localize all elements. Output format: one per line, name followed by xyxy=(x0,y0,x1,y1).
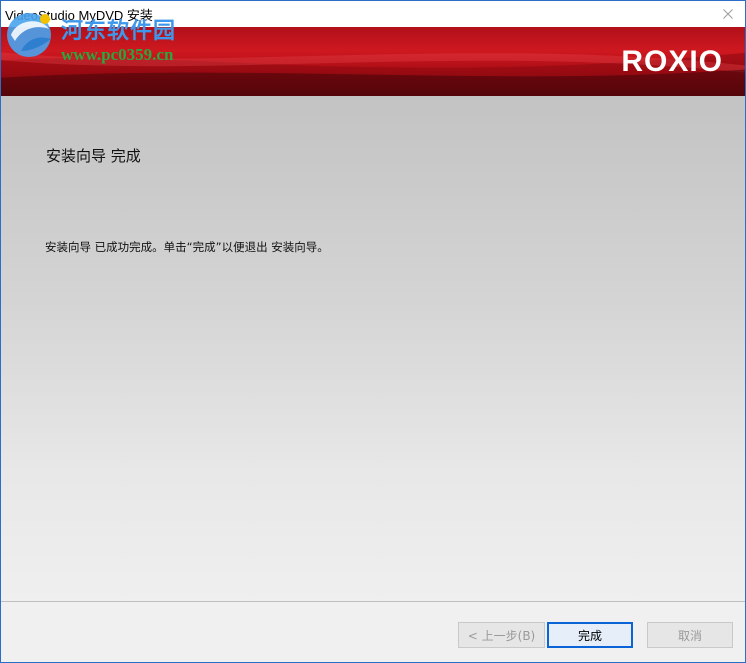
installer-window: VideoStudio MyDVD 安装 ROXIO 河东软件园 www.pc0… xyxy=(0,0,746,663)
finish-button[interactable]: 完成 xyxy=(547,622,633,648)
close-button[interactable] xyxy=(711,1,745,27)
watermark: 河东软件园 www.pc0359.cn xyxy=(1,5,211,65)
watermark-url: www.pc0359.cn xyxy=(61,45,174,64)
cancel-button[interactable]: 取消 xyxy=(647,622,733,648)
watermark-name: 河东软件园 xyxy=(61,18,177,44)
watermark-logo-icon xyxy=(7,13,51,57)
completion-message: 安装向导 已成功完成。单击“完成”以便退出 安装向导。 xyxy=(45,240,329,254)
roxio-logo: ROXIO xyxy=(621,45,723,78)
close-icon xyxy=(723,9,733,19)
button-bar: < 上一步(B) 完成 取消 xyxy=(1,601,745,662)
back-button[interactable]: < 上一步(B) xyxy=(458,622,545,648)
page-title: 安装向导 完成 xyxy=(46,147,141,165)
wizard-content: 安装向导 完成 安装向导 已成功完成。单击“完成”以便退出 安装向导。 xyxy=(1,96,745,601)
